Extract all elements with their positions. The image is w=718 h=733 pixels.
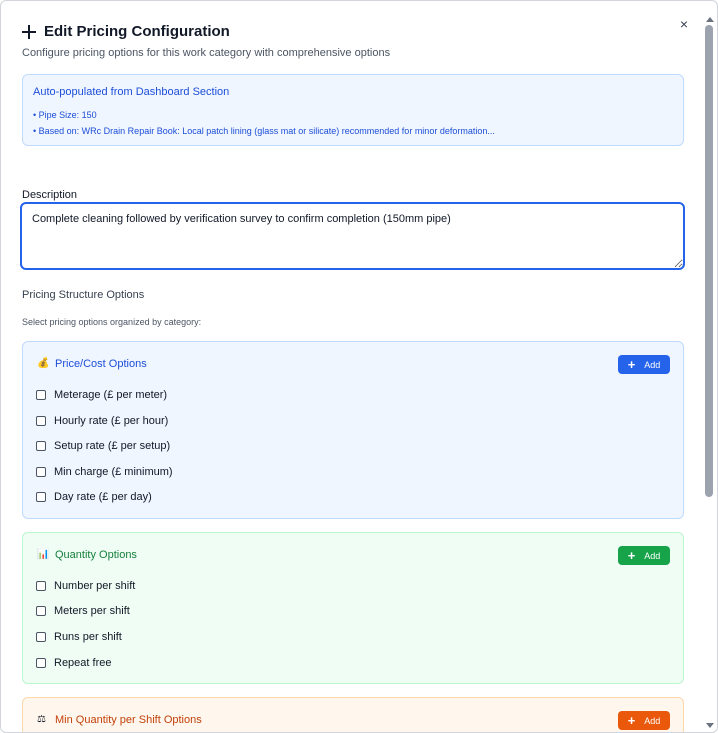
option-label: Number per shift <box>54 580 136 592</box>
checkbox[interactable] <box>36 632 46 642</box>
add-label: Add <box>644 715 661 726</box>
add-price-option-button[interactable]: + Add <box>618 355 670 374</box>
description-textarea[interactable]: Complete cleaning followed by verificati… <box>20 202 685 270</box>
checkbox[interactable] <box>36 467 46 477</box>
info-based-on: • Based on: WRc Drain Repair Book: Local… <box>33 126 495 136</box>
scrollbar[interactable] <box>704 17 716 732</box>
scrollbar-thumb[interactable] <box>705 25 713 497</box>
section-header: 💰 Price/Cost Options <box>37 358 147 370</box>
checkbox[interactable] <box>36 492 46 502</box>
option-label: Meters per shift <box>54 605 130 617</box>
add-label: Add <box>644 359 661 370</box>
pricing-structure-hint: Select pricing options organized by cate… <box>22 317 202 327</box>
add-label: Add <box>644 550 661 561</box>
plus-icon <box>22 24 36 39</box>
checkbox[interactable] <box>36 606 46 616</box>
option-label: Repeat free <box>54 657 112 669</box>
dialog-subtitle: Configure pricing options for this work … <box>22 47 391 59</box>
checkbox[interactable] <box>36 581 46 591</box>
option-day-rate[interactable]: Day rate (£ per day) <box>36 491 152 503</box>
option-meterage[interactable]: Meterage (£ per meter) <box>36 389 167 401</box>
scale-icon: ⚖ <box>37 714 46 725</box>
info-pipe-size: • Pipe Size: 150 <box>33 110 97 120</box>
section-header: 📊 Quantity Options <box>37 549 137 561</box>
edit-pricing-dialog: Edit Pricing Configuration Configure pri… <box>0 0 718 733</box>
option-label: Meterage (£ per meter) <box>54 389 168 401</box>
option-label: Day rate (£ per day) <box>54 491 152 503</box>
option-number-per-shift[interactable]: Number per shift <box>36 580 135 592</box>
option-meters-per-shift[interactable]: Meters per shift <box>36 605 130 617</box>
checkbox[interactable] <box>36 658 46 668</box>
scroll-down-arrow-icon[interactable] <box>706 723 714 728</box>
option-label: Setup rate (£ per setup) <box>54 440 171 452</box>
close-icon[interactable]: × <box>677 17 691 31</box>
plus-icon: + <box>627 713 636 728</box>
option-label: Runs per shift <box>54 631 122 643</box>
auto-populated-info-box: Auto-populated from Dashboard Section • … <box>22 74 684 146</box>
bar-chart-icon: 📊 <box>37 549 50 560</box>
dialog-title: Edit Pricing Configuration <box>44 23 230 40</box>
dialog-header: Edit Pricing Configuration <box>22 23 230 40</box>
checkbox[interactable] <box>36 390 46 400</box>
section-title: Min Quantity per Shift Options <box>55 714 202 726</box>
scroll-up-arrow-icon[interactable] <box>706 17 714 22</box>
option-label: Hourly rate (£ per hour) <box>54 415 169 427</box>
option-hourly-rate[interactable]: Hourly rate (£ per hour) <box>36 415 168 427</box>
plus-icon: + <box>627 357 636 372</box>
add-quantity-option-button[interactable]: + Add <box>618 546 670 565</box>
description-label: Description <box>22 189 78 201</box>
info-title: Auto-populated from Dashboard Section <box>33 86 230 98</box>
quantity-options-section: 📊 Quantity Options + Add Number per shif… <box>22 532 684 684</box>
section-header: ⚖ Min Quantity per Shift Options <box>37 714 202 726</box>
option-runs-per-shift[interactable]: Runs per shift <box>36 631 122 643</box>
checkbox[interactable] <box>36 416 46 426</box>
checkbox[interactable] <box>36 441 46 451</box>
pricing-structure-label: Pricing Structure Options <box>22 289 145 301</box>
option-repeat-free[interactable]: Repeat free <box>36 657 111 669</box>
plus-icon: + <box>627 548 636 563</box>
option-label: Min charge (£ minimum) <box>54 466 173 478</box>
section-title: Price/Cost Options <box>55 358 147 370</box>
option-min-charge[interactable]: Min charge (£ minimum) <box>36 466 173 478</box>
money-bag-icon: 💰 <box>37 358 50 369</box>
price-cost-options-section: 💰 Price/Cost Options + Add Meterage (£ p… <box>22 341 684 519</box>
option-setup-rate[interactable]: Setup rate (£ per setup) <box>36 440 170 452</box>
section-title: Quantity Options <box>55 549 137 561</box>
min-quantity-options-section: ⚖ Min Quantity per Shift Options + Add <box>22 697 684 732</box>
add-min-quantity-option-button[interactable]: + Add <box>618 711 670 730</box>
